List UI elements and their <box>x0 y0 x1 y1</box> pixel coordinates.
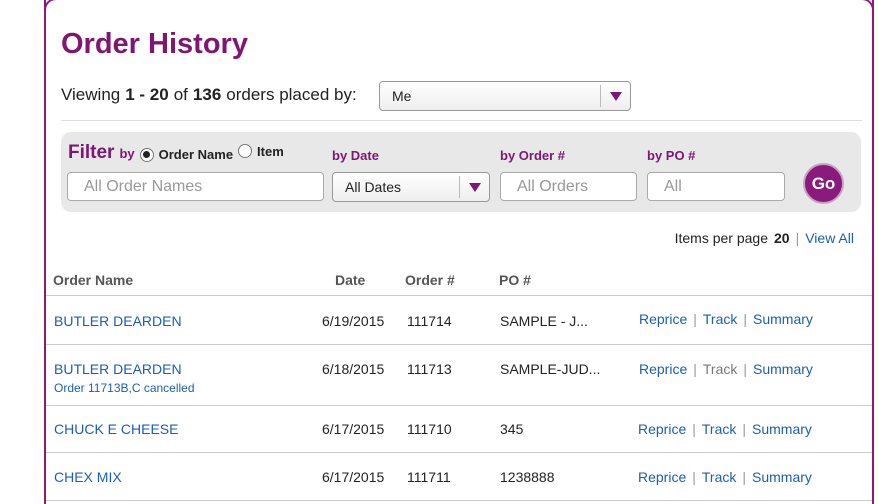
column-date[interactable]: Date <box>335 272 365 288</box>
reprice-link[interactable]: Reprice <box>638 469 686 485</box>
po-number: 1238888 <box>500 469 555 485</box>
table-row: CHEX MIX 6/17/2015 111711 1238888 Repric… <box>46 453 872 501</box>
track-link[interactable]: Track <box>702 469 736 485</box>
order-number: 111710 <box>407 421 452 437</box>
divider <box>61 120 862 121</box>
table-header: Order Name Date Order # PO # <box>46 268 872 296</box>
summary-link[interactable]: Summary <box>753 361 813 377</box>
by-date-label: by Date <box>332 148 379 163</box>
radio-selected-icon[interactable] <box>139 147 154 162</box>
po-number: 345 <box>500 421 524 437</box>
column-order-number[interactable]: Order # <box>405 272 455 288</box>
placed-by-select[interactable]: Me <box>379 81 631 111</box>
summary-link[interactable]: Summary <box>752 469 812 485</box>
order-number-input[interactable]: All Orders <box>500 172 637 201</box>
order-name-link[interactable]: BUTLER DEARDEN <box>54 313 182 329</box>
items-per-page: Items per page 20 | View All <box>674 230 854 246</box>
filter-panel: Filter by Order Name Item by Date by Ord… <box>61 132 861 212</box>
dropdown-arrow-icon <box>459 176 489 198</box>
radio-order-name[interactable]: Order Name <box>139 147 233 162</box>
by-po-label: by PO # <box>647 148 696 163</box>
column-po-number[interactable]: PO # <box>499 272 531 288</box>
reprice-link[interactable]: Reprice <box>639 311 687 327</box>
date-select[interactable]: All Dates <box>332 172 490 202</box>
radio-unselected-icon[interactable] <box>238 144 253 158</box>
radio-item[interactable]: Item <box>238 144 284 159</box>
order-date: 6/18/2015 <box>322 361 385 377</box>
track-link-disabled: Track <box>702 361 738 377</box>
order-number: 111713 <box>407 361 452 377</box>
reprice-link[interactable]: Reprice <box>638 421 686 437</box>
viewing-range: 1 - 20 <box>125 85 169 104</box>
order-name-link[interactable]: CHUCK E CHEESE <box>54 421 178 437</box>
viewing-total: 136 <box>192 85 222 104</box>
order-name-input[interactable]: All Order Names <box>67 172 324 201</box>
order-number: 111714 <box>407 313 452 329</box>
order-history-panel: Order History Viewing 1 - 20 of 136 orde… <box>44 0 874 504</box>
order-name-link[interactable]: BUTLER DEARDEN <box>54 361 195 377</box>
order-date: 6/19/2015 <box>322 313 385 329</box>
order-name-link[interactable]: CHEX MIX <box>54 469 122 485</box>
summary-link[interactable]: Summary <box>753 311 813 327</box>
table-row: BUTLER DEARDEN Order 11713B,C cancelled … <box>46 345 872 406</box>
column-order-name[interactable]: Order Name <box>53 272 133 288</box>
filter-mode: Filter by Order Name Item <box>68 142 284 163</box>
items-per-page-value: 20 <box>774 230 790 246</box>
summary-link[interactable]: Summary <box>752 421 812 437</box>
dropdown-arrow-icon <box>600 85 630 107</box>
go-button[interactable]: Go <box>803 163 844 204</box>
po-number: SAMPLE-JUD... <box>500 361 601 377</box>
page-title: Order History <box>61 28 248 60</box>
table-row: BUTLER DEARDEN 6/19/2015 111714 SAMPLE -… <box>46 297 872 345</box>
order-date: 6/17/2015 <box>322 421 385 437</box>
po-number: SAMPLE - J... <box>500 313 588 329</box>
po-number-input[interactable]: All <box>647 172 785 201</box>
viewing-summary: Viewing 1 - 20 of 136 orders placed by: <box>61 85 357 104</box>
order-status-note[interactable]: Order 11713B,C cancelled <box>54 381 195 395</box>
order-date: 6/17/2015 <box>322 469 385 485</box>
order-number: 111711 <box>407 469 451 485</box>
track-link[interactable]: Track <box>703 311 737 327</box>
view-all-link[interactable]: View All <box>805 230 854 246</box>
table-row: CHUCK E CHEESE 6/17/2015 111710 345 Repr… <box>46 406 872 453</box>
reprice-link[interactable]: Reprice <box>639 361 687 377</box>
track-link[interactable]: Track <box>702 421 736 437</box>
by-order-label: by Order # <box>500 148 566 163</box>
